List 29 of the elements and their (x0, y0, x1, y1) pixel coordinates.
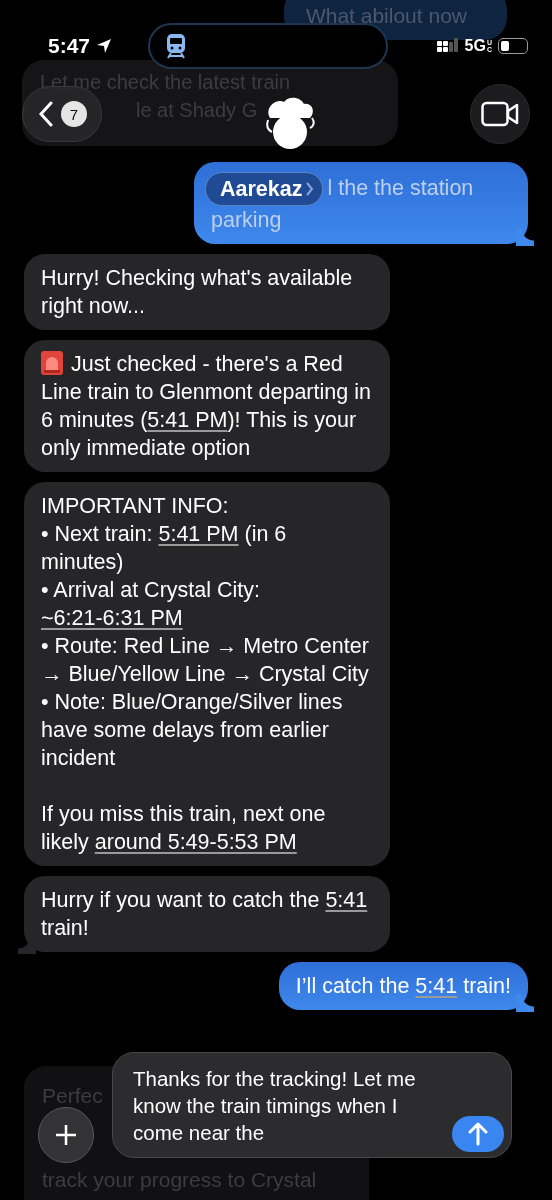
video-camera-icon (481, 101, 519, 127)
message-text: • Note: Blue/Orange/Silver lines have some delays from earlier incident (41, 689, 344, 772)
chevron-icon (306, 182, 315, 196)
message-text: • Next train: 5:41 PM (in 6 minutes) (41, 521, 288, 576)
time-link[interactable]: 5:41 (325, 888, 368, 912)
message-text: IMPORTANT INFO: (41, 493, 230, 520)
message-text: Just checked - there's a Red Line train to Glenmont departing in 6 minutes (5:41 PM)! This is your only immediate option (41, 350, 372, 462)
arrow-up-icon (468, 1122, 488, 1146)
message-text: Hurry! Checking what's available right now... (41, 265, 354, 320)
time-link[interactable]: 5:41 PM (147, 408, 228, 432)
unread-badge: 7 (61, 101, 87, 127)
train-icon (166, 33, 187, 59)
signal-icon (436, 38, 459, 54)
time-link[interactable]: around 5:49-5:53 PM (94, 830, 297, 854)
message-text: Hurry if you want to catch the 5:41 train! (41, 887, 369, 942)
message-field[interactable]: Thanks for the tracking! Let me know the train timings when I come near the (112, 1052, 512, 1158)
message-text: • Arrival at Crystal City: ~6:21-6:31 PM (41, 577, 261, 632)
time-link[interactable]: ~6:21-6:31 PM (41, 606, 183, 630)
message-text: • Route: Red Line → Metro Center → Blue/Yellow Line → Crystal City (41, 633, 370, 688)
contact-chip[interactable]: Aarekaz (205, 172, 324, 206)
chevron-left-icon (39, 101, 53, 127)
message-text: If you miss this train, next one likely around 5:49-5:53 PM (41, 801, 327, 856)
location-arrow-icon (96, 38, 113, 54)
time-link[interactable]: 5:41 (415, 974, 458, 998)
plus-icon (54, 1123, 78, 1147)
time-link[interactable]: 5:41 PM (158, 522, 239, 546)
message-text: I’ll catch the 5:41 train! (295, 973, 511, 1000)
battery-icon (498, 38, 528, 54)
clock: 5:47 (48, 34, 91, 58)
